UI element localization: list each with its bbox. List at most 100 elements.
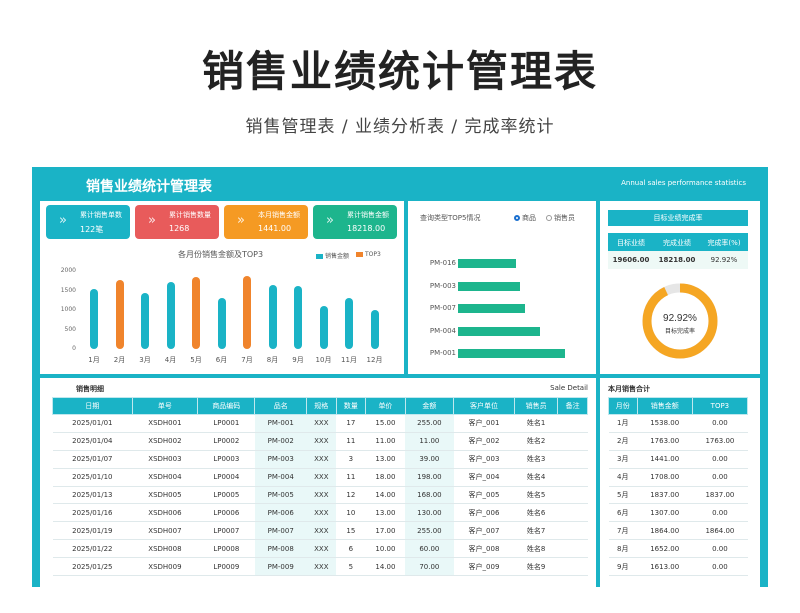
- table-cell: 1307.00: [637, 503, 693, 523]
- table-cell: XSDH004: [132, 468, 198, 487]
- double-chevron-icon: »: [326, 213, 334, 228]
- table-cell: XSDH003: [132, 450, 198, 469]
- table-row[interactable]: 4月 1708.00 0.00: [608, 468, 748, 487]
- table-cell: 8月: [608, 539, 638, 559]
- month-label: 3月: [139, 356, 151, 364]
- column-header[interactable]: 规格: [306, 397, 337, 415]
- table-cell: [557, 486, 588, 505]
- table-cell: LP0002: [197, 432, 255, 451]
- monthly-summary-table: 月份 销售金额 TOP3 1月 1538.00 0.00 2月 1763.00 1763.00 3…: [608, 397, 749, 577]
- column-header[interactable]: 单号: [131, 397, 199, 415]
- radio-salesperson[interactable]: 销售员: [546, 213, 575, 223]
- radio-selected-icon: [514, 215, 520, 221]
- table-cell: LP0001: [197, 414, 255, 433]
- table-cell: PM-005: [254, 486, 307, 505]
- table-cell: 1763.00: [637, 432, 693, 451]
- month-bar: [243, 276, 251, 349]
- table-cell: 9月: [608, 557, 638, 577]
- table-cell: 1538.00: [637, 414, 693, 433]
- column-header[interactable]: 商品编码: [197, 397, 256, 415]
- radio-product[interactable]: 商品: [514, 213, 536, 223]
- table-cell: 5月: [608, 486, 638, 505]
- table-row[interactable]: 8月 1652.00 0.00: [608, 539, 748, 559]
- table-cell: PM-003: [254, 450, 307, 469]
- table-cell: LP0003: [197, 450, 255, 469]
- table-cell: XSDH007: [132, 521, 198, 541]
- table-cell: 11.00: [405, 432, 454, 451]
- table-cell: XXX: [306, 503, 337, 523]
- month-label: 5月: [190, 356, 202, 364]
- column-header[interactable]: 备注: [557, 397, 588, 415]
- y-tick-label: 0: [72, 345, 76, 352]
- column-header[interactable]: TOP3: [691, 397, 749, 415]
- table-cell: XXX: [306, 432, 337, 451]
- table-cell: 0.00: [692, 557, 748, 577]
- double-chevron-icon: »: [59, 213, 67, 228]
- table-cell: XSDH006: [132, 503, 198, 523]
- table-cell: 1864.00: [637, 521, 693, 541]
- kpi-value: 122笔: [80, 225, 104, 234]
- table-row[interactable]: 2025/01/25 XSDH009 LP0009 PM-009 XXX 5 14.00 70…: [52, 557, 588, 577]
- target-rate-value: 92.92%: [710, 256, 738, 264]
- target-donut: 92.92% 目标完成率: [642, 283, 718, 359]
- column-header[interactable]: 销售金额: [636, 397, 693, 415]
- table-cell: 客户_007: [453, 521, 515, 541]
- table-row[interactable]: 3月 1441.00 0.00: [608, 450, 748, 469]
- table-cell: 客户_009: [453, 557, 515, 577]
- table-cell: LP0008: [197, 539, 255, 559]
- column-header[interactable]: 单价: [365, 397, 406, 415]
- table-cell: 39.00: [405, 450, 454, 469]
- table-cell: 客户_008: [453, 539, 515, 559]
- table-cell: 255.00: [405, 414, 454, 433]
- table-cell: 1441.00: [637, 450, 693, 469]
- table-cell: 1652.00: [637, 539, 693, 559]
- column-header[interactable]: 品名: [254, 397, 308, 415]
- column-header[interactable]: 销售员: [513, 397, 559, 415]
- table-cell: XXX: [306, 557, 337, 577]
- table-cell: [557, 450, 588, 469]
- table-cell: 12: [336, 486, 366, 505]
- table-row[interactable]: 7月 1864.00 1864.00: [608, 521, 748, 541]
- table-cell: 1837.00: [692, 486, 748, 505]
- table-cell: LP0006: [197, 503, 255, 523]
- top5-bar: [458, 281, 520, 291]
- column-header[interactable]: 数量: [335, 397, 367, 415]
- table-row[interactable]: 5月 1837.00 1837.00: [608, 486, 748, 505]
- page-subtitle: 销售管理表 / 业绩分析表 / 完成率统计: [245, 117, 555, 137]
- column-header[interactable]: 金额: [404, 397, 455, 415]
- dashboard-title: 销售业绩统计管理表: [86, 179, 212, 195]
- table-cell: 15.00: [365, 414, 406, 433]
- table-cell: PM-006: [254, 503, 307, 523]
- detail-title: 销售明细: [76, 385, 104, 393]
- table-cell: 11: [336, 468, 366, 487]
- table-row[interactable]: 2025/01/22 XSDH008 LP0008 PM-008 XXX 6 10.00 60…: [52, 539, 588, 559]
- month-bar: [319, 306, 328, 349]
- top5-label: PM-016: [429, 259, 456, 267]
- table-row[interactable]: 1月 1538.00 0.00: [608, 414, 748, 433]
- table-row[interactable]: 2025/01/16 XSDH006 LP0006 PM-006 XXX 10 13.00 1…: [52, 503, 588, 523]
- table-cell: XSDH001: [132, 414, 198, 433]
- table-row[interactable]: 2025/01/07 XSDH003 LP0003 PM-003 XXX 3 13.00 39…: [52, 450, 588, 469]
- table-row[interactable]: 2025/01/13 XSDH005 LP0005 PM-005 XXX 12 14.00 1…: [52, 486, 588, 505]
- table-cell: PM-009: [254, 557, 307, 577]
- table-row[interactable]: 6月 1307.00 0.00: [608, 503, 748, 523]
- column-header[interactable]: 月份: [608, 397, 638, 415]
- table-cell: 姓名9: [514, 557, 558, 577]
- table-cell: 0.00: [692, 503, 748, 523]
- table-cell: 1837.00: [637, 486, 693, 505]
- column-header[interactable]: 日期: [52, 397, 133, 415]
- table-row[interactable]: 9月 1613.00 0.00: [608, 557, 748, 577]
- table-cell: 客户_001: [453, 414, 515, 433]
- table-row[interactable]: 2月 1763.00 1763.00: [608, 432, 748, 451]
- month-bar: [115, 280, 124, 349]
- column-header[interactable]: 客户单位: [453, 397, 515, 415]
- table-row[interactable]: 2025/01/01 XSDH001 LP0001 PM-001 XXX 17 15.00 2…: [52, 414, 588, 433]
- table-cell: 姓名5: [514, 486, 558, 505]
- legend-top3: TOP3: [356, 251, 381, 258]
- table-row[interactable]: 2025/01/10 XSDH004 LP0004 PM-004 XXX 11 18.00 1…: [52, 468, 588, 487]
- table-row[interactable]: 2025/01/04 XSDH002 LP0002 PM-002 XXX 11 11.00 1…: [52, 432, 588, 451]
- table-cell: 1763.00: [692, 432, 748, 451]
- table-row[interactable]: 2025/01/19 XSDH007 LP0007 PM-007 XXX 15 17.00 2…: [52, 521, 588, 541]
- kpi-label: 累计销售金额: [347, 211, 389, 219]
- kpi-value: 1268: [169, 224, 190, 233]
